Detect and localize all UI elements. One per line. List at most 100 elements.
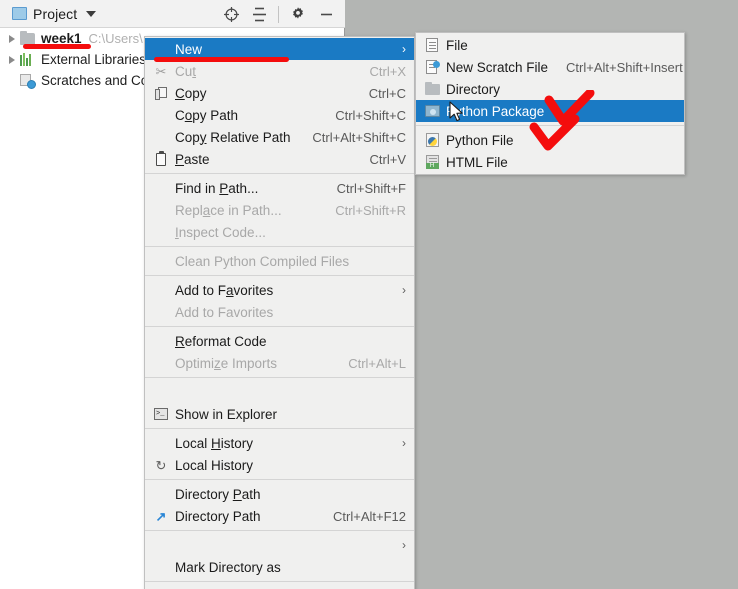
scissors-icon: ✂ [155, 63, 167, 79]
menu-item-copy-path[interactable]: Copy Path Ctrl+Shift+C [145, 104, 414, 126]
menu-item-label: Mark Directory as [175, 559, 281, 575]
menu-item-icon-placeholder [150, 435, 172, 451]
menu-item-reformat-code[interactable]: Reformat Code [145, 330, 414, 352]
submenu-item-html-file[interactable]: H HTML File [416, 151, 684, 173]
menu-separator [145, 377, 414, 378]
menu-item-label: New [175, 41, 203, 57]
menu-item-accel: Ctrl+V [369, 151, 406, 167]
directory-icon [421, 81, 443, 97]
scratches-icon [20, 73, 37, 89]
project-icon [12, 7, 27, 20]
menu-item-label: Add to Favorites [175, 282, 274, 298]
python-file-icon [421, 132, 443, 148]
gear-icon[interactable] [285, 1, 311, 27]
menu-item-label: Find in Path... [175, 180, 259, 196]
toolbar-separator [278, 5, 279, 23]
menu-item-accel: Ctrl+Shift+C [335, 107, 406, 123]
menu-item-label: Reformat Code [175, 333, 267, 349]
compare-icon: ↗ [155, 508, 167, 524]
paste-icon [150, 150, 172, 167]
menu-item-create-gist[interactable] [145, 585, 414, 589]
menu-item-paste[interactable]: Paste Ctrl+V [145, 148, 414, 170]
menu-item-icon-placeholder [150, 253, 172, 269]
menu-item-icon-placeholder [150, 129, 172, 145]
menu-item-remove-bom[interactable]: Mark Directory as [145, 556, 414, 578]
menu-item-icon-placeholder [150, 41, 172, 57]
menu-item-label: Replace in Path... [175, 202, 282, 218]
menu-separator [145, 479, 414, 480]
menu-item-label: Copy [175, 85, 207, 101]
menu-item-accel: Ctrl+X [369, 63, 406, 79]
annotation-check-python-file [529, 114, 580, 151]
menu-item-open-in-terminal[interactable]: >_ Show in Explorer [145, 403, 414, 425]
locate-icon[interactable] [218, 1, 244, 27]
folder-icon [20, 30, 37, 45]
submenu-item-label: HTML File [446, 154, 508, 170]
menu-item-icon-placeholder [150, 282, 172, 298]
menu-item-copy-relative-path[interactable]: Copy Relative Path Ctrl+Alt+Shift+C [145, 126, 414, 148]
copy-icon [150, 85, 172, 101]
menu-item-replace-in-path[interactable]: Replace in Path... Ctrl+Shift+R [145, 199, 414, 221]
panel-toolbar [218, 0, 339, 28]
menu-item-synchronize[interactable]: ↻ Local History [145, 454, 414, 476]
menu-item-cut[interactable]: ✂ Cut Ctrl+X [145, 60, 414, 82]
project-panel-header: Project [0, 0, 345, 28]
menu-item-inspect-code[interactable]: Inspect Code... [145, 221, 414, 243]
menu-item-label: Clean Python Compiled Files [175, 253, 350, 269]
chevron-right-icon: › [402, 436, 406, 450]
menu-item-add-to-favorites[interactable]: Add to Favorites › [145, 279, 414, 301]
menu-item-label: Directory Path [175, 508, 261, 524]
submenu-item-label: New Scratch File [446, 59, 549, 75]
terminal-icon: >_ [150, 406, 172, 422]
menu-separator [145, 275, 414, 276]
chevron-right-icon: › [402, 42, 406, 56]
menu-item-accel: Ctrl+Alt+Shift+C [312, 129, 406, 145]
menu-item-label: Local History [175, 435, 254, 451]
collapse-all-icon[interactable] [246, 1, 272, 27]
menu-item-icon-placeholder [150, 559, 172, 575]
menu-item-mark-directory-as[interactable]: › [145, 534, 414, 556]
menu-item-optimize-imports[interactable]: Optimize Imports Ctrl+Alt+L [145, 352, 414, 374]
menu-item-local-history[interactable]: Local History › [145, 432, 414, 454]
menu-item-copy[interactable]: Copy Ctrl+C [145, 82, 414, 104]
menu-item-accel: Ctrl+C [368, 85, 406, 101]
menu-item-label: Optimize Imports [175, 355, 278, 371]
menu-item-icon-placeholder [150, 202, 172, 218]
mouse-cursor [449, 101, 463, 122]
chevron-right-icon: › [402, 538, 406, 552]
menu-item-icon-placeholder [150, 224, 172, 240]
menu-item-icon-placeholder [150, 384, 172, 400]
menu-item-icon-placeholder [150, 355, 172, 371]
libraries-icon [20, 53, 37, 66]
project-title-group[interactable]: Project [12, 5, 97, 22]
menu-item-find-in-path[interactable]: Find in Path... Ctrl+Shift+F [145, 177, 414, 199]
menu-separator [145, 428, 414, 429]
annotation-underline-week1 [23, 44, 91, 49]
menu-item-icon-placeholder [150, 180, 172, 196]
submenu-item-new-scratch-file[interactable]: New Scratch File Ctrl+Alt+Shift+Insert [416, 56, 684, 78]
menu-item-accel: Ctrl+Shift+R [335, 202, 406, 218]
chevron-down-icon[interactable] [86, 10, 97, 17]
menu-item-show-image-thumbnails[interactable]: Add to Favorites [145, 301, 414, 323]
menu-item-show-in-explorer[interactable] [145, 381, 414, 403]
expand-arrow-icon[interactable] [4, 55, 20, 64]
menu-item-compare-with[interactable]: ↗ Directory Path Ctrl+Alt+F12 [145, 505, 414, 527]
python-package-icon [421, 103, 443, 119]
expand-arrow-icon[interactable] [4, 34, 20, 43]
panel-title: Project [33, 5, 78, 22]
menu-item-label: Show in Explorer [175, 406, 278, 422]
menu-separator [145, 581, 414, 582]
html-file-icon: H [421, 154, 443, 170]
menu-item-clean-python-compiled-files[interactable]: Clean Python Compiled Files [145, 250, 414, 272]
menu-separator [145, 173, 414, 174]
menu-item-accel: Ctrl+Alt+L [348, 355, 406, 371]
hide-panel-icon[interactable] [313, 1, 339, 27]
menu-item-label: Inspect Code... [175, 224, 266, 240]
submenu-item-file[interactable]: File [416, 34, 684, 56]
menu-item-icon-placeholder [150, 333, 172, 349]
scratch-file-icon [421, 59, 443, 75]
menu-item-directory-path[interactable]: Directory Path [145, 483, 414, 505]
menu-item-label: Copy Relative Path [175, 129, 291, 145]
menu-item-accel: Ctrl+Shift+F [336, 180, 406, 196]
context-menu: New › ✂ Cut Ctrl+X Copy Ctrl+C Copy Path… [144, 36, 415, 589]
